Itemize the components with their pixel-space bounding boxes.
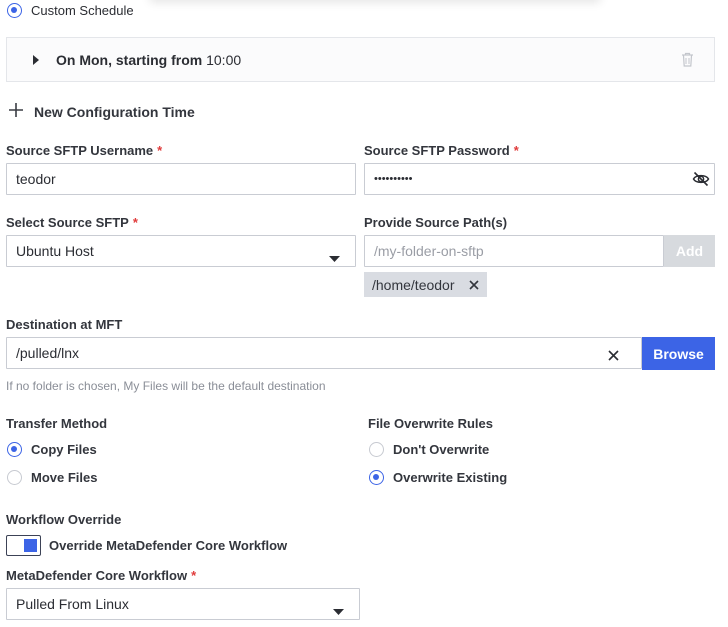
workflow-override-toggle[interactable] bbox=[6, 535, 41, 556]
custom-schedule-radio[interactable] bbox=[7, 3, 22, 18]
expand-caret-icon[interactable] bbox=[32, 52, 40, 68]
required-mark: * bbox=[132, 215, 138, 230]
core-workflow-label-text: MetaDefender Core Workflow bbox=[6, 568, 188, 583]
move-files-radio[interactable] bbox=[7, 470, 22, 485]
password-input[interactable]: •••••••••• bbox=[364, 163, 715, 195]
overwrite-existing-radio[interactable] bbox=[369, 470, 384, 485]
add-path-button[interactable]: Add bbox=[664, 235, 715, 267]
dropdown-arrow-icon bbox=[329, 249, 340, 265]
sftp-pull-form: Custom Schedule On Mon, starting from 10… bbox=[0, 0, 728, 627]
custom-schedule-label: Custom Schedule bbox=[31, 3, 134, 18]
destination-label: Destination at MFT bbox=[6, 317, 122, 332]
source-sftp-label-text: Select Source SFTP bbox=[6, 215, 129, 230]
plus-icon bbox=[9, 103, 23, 120]
move-files-label: Move Files bbox=[31, 470, 98, 485]
source-sftp-select[interactable]: Ubuntu Host bbox=[6, 235, 356, 267]
transfer-method-label: Transfer Method bbox=[6, 416, 107, 431]
destination-input[interactable]: /pulled/lnx bbox=[6, 337, 642, 369]
overwrite-rules-label: File Overwrite Rules bbox=[368, 416, 493, 431]
destination-label-text: Destination at MFT bbox=[6, 317, 123, 332]
dont-overwrite-label: Don't Overwrite bbox=[393, 442, 490, 457]
source-path-chip: /home/teodor bbox=[364, 272, 487, 297]
clear-icon[interactable] bbox=[608, 348, 619, 364]
core-workflow-value: Pulled From Linux bbox=[16, 596, 129, 612]
source-sftp-value: Ubuntu Host bbox=[16, 243, 94, 259]
new-configuration-time-label: New Configuration Time bbox=[34, 103, 195, 120]
eye-slash-icon[interactable] bbox=[692, 170, 710, 191]
required-mark: * bbox=[191, 568, 197, 583]
destination-hint: If no folder is chosen, My Files will be… bbox=[6, 379, 326, 393]
required-mark: * bbox=[157, 143, 163, 158]
username-input[interactable]: teodor bbox=[6, 163, 356, 195]
schedule-entry-prefix: On Mon, starting from bbox=[56, 51, 207, 68]
source-path-placeholder: /my-folder-on-sftp bbox=[374, 243, 484, 259]
browse-button[interactable]: Browse bbox=[642, 337, 715, 370]
custom-schedule-option[interactable]: Custom Schedule bbox=[7, 3, 134, 18]
dont-overwrite-option[interactable]: Don't Overwrite bbox=[369, 442, 489, 457]
overwrite-existing-option[interactable]: Overwrite Existing bbox=[369, 470, 507, 485]
username-label-text: Source SFTP Username bbox=[6, 143, 154, 158]
dropdown-arrow-icon bbox=[333, 602, 344, 618]
required-mark: * bbox=[513, 143, 519, 158]
move-files-option[interactable]: Move Files bbox=[7, 470, 97, 485]
copy-files-option[interactable]: Copy Files bbox=[7, 442, 97, 457]
password-label-text: Source SFTP Password bbox=[364, 143, 510, 158]
overwrite-existing-label: Overwrite Existing bbox=[393, 470, 508, 485]
close-icon[interactable] bbox=[468, 277, 479, 293]
workflow-override-toggle-label: Override MetaDefender Core Workflow bbox=[49, 538, 288, 553]
overwrite-rules-label-text: File Overwrite Rules bbox=[368, 416, 493, 431]
schedule-entry-card[interactable]: On Mon, starting from 10:00 bbox=[6, 37, 715, 82]
trash-icon[interactable] bbox=[681, 52, 694, 70]
source-path-chip-label: /home/teodor bbox=[372, 276, 455, 293]
copy-files-label: Copy Files bbox=[31, 442, 97, 457]
toggle-knob bbox=[24, 539, 37, 552]
schedule-entry-text: On Mon, starting from 10:00 bbox=[56, 52, 241, 68]
transfer-method-label-text: Transfer Method bbox=[6, 416, 108, 431]
core-workflow-label: MetaDefender Core Workflow * bbox=[6, 568, 196, 583]
core-workflow-select[interactable]: Pulled From Linux bbox=[6, 588, 360, 620]
source-path-input[interactable]: /my-folder-on-sftp bbox=[364, 235, 664, 267]
password-label: Source SFTP Password * bbox=[364, 143, 519, 158]
new-configuration-time-button[interactable]: New Configuration Time bbox=[9, 103, 195, 120]
dont-overwrite-radio[interactable] bbox=[369, 442, 384, 457]
username-value: teodor bbox=[16, 171, 56, 187]
source-sftp-label: Select Source SFTP * bbox=[6, 215, 138, 230]
schedule-entry-time: 10:00 bbox=[206, 51, 242, 68]
copy-files-radio[interactable] bbox=[7, 442, 22, 457]
workflow-override-label: Workflow Override bbox=[6, 512, 121, 527]
destination-value: /pulled/lnx bbox=[16, 345, 80, 361]
source-path-label: Provide Source Path(s) bbox=[364, 215, 507, 230]
source-path-label-text: Provide Source Path(s) bbox=[364, 215, 508, 230]
password-value: •••••••••• bbox=[374, 173, 413, 185]
workflow-override-label-text: Workflow Override bbox=[6, 512, 122, 527]
username-label: Source SFTP Username * bbox=[6, 143, 162, 158]
